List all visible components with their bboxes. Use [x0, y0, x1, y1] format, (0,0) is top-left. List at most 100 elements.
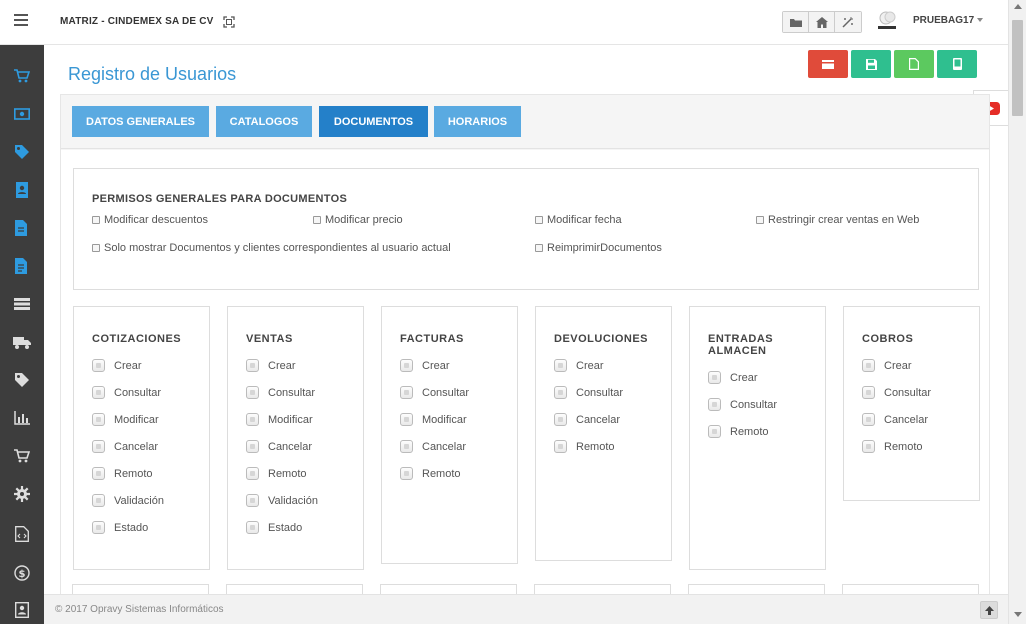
- money-icon[interactable]: [13, 105, 31, 123]
- option-cancelar[interactable]: Cancelar: [862, 413, 928, 426]
- option-modificar[interactable]: Modificar: [92, 413, 159, 426]
- checkbox[interactable]: [400, 467, 413, 480]
- dollar-icon[interactable]: $: [13, 564, 31, 582]
- avatar[interactable]: [874, 10, 900, 32]
- scroll-to-top-button[interactable]: [980, 601, 998, 619]
- option-remoto[interactable]: Remoto: [862, 440, 923, 453]
- checkbox[interactable]: [862, 413, 875, 426]
- option-consultar[interactable]: Consultar: [400, 386, 469, 399]
- truck-icon[interactable]: [13, 333, 31, 351]
- tag-icon[interactable]: [13, 143, 31, 161]
- gear-icon[interactable]: [13, 485, 31, 503]
- folder-button[interactable]: [783, 12, 809, 32]
- checkbox[interactable]: [554, 440, 567, 453]
- magic-button[interactable]: [835, 12, 861, 32]
- option-validacion[interactable]: Validación: [246, 494, 318, 507]
- checkbox[interactable]: [246, 467, 259, 480]
- option-consultar[interactable]: Consultar: [92, 386, 161, 399]
- list-icon[interactable]: [13, 295, 31, 313]
- shopping-cart-icon[interactable]: [13, 447, 31, 465]
- option-remoto[interactable]: Remoto: [92, 467, 153, 480]
- save-button[interactable]: [851, 50, 891, 78]
- new-document-button[interactable]: [894, 50, 934, 78]
- checkbox[interactable]: [92, 467, 105, 480]
- cancel-button[interactable]: [808, 50, 848, 78]
- checkbox[interactable]: [92, 216, 100, 224]
- checkbox[interactable]: [535, 244, 543, 252]
- option-crear[interactable]: Crear: [708, 371, 758, 384]
- option-cancelar[interactable]: Cancelar: [400, 440, 466, 453]
- option-validacion[interactable]: Validación: [92, 494, 164, 507]
- hamburger-menu-icon[interactable]: [14, 14, 28, 28]
- checkbox[interactable]: [246, 359, 259, 372]
- scroll-up-arrow-icon[interactable]: [1014, 4, 1022, 9]
- checkbox[interactable]: [400, 386, 413, 399]
- code-file-icon[interactable]: [13, 525, 31, 543]
- username[interactable]: PRUEBAG17: [913, 15, 974, 26]
- checkbox[interactable]: [313, 216, 321, 224]
- tab-catalogos[interactable]: CATALOGOS: [216, 106, 312, 137]
- print-button[interactable]: [937, 50, 977, 78]
- checkbox[interactable]: [246, 440, 259, 453]
- option-crear[interactable]: Crear: [400, 359, 450, 372]
- checkbox[interactable]: [400, 413, 413, 426]
- page-scrollbar[interactable]: [1008, 0, 1026, 624]
- option-modificar[interactable]: Modificar: [246, 413, 313, 426]
- checkbox[interactable]: [708, 371, 721, 384]
- option-crear[interactable]: Crear: [92, 359, 142, 372]
- checkbox[interactable]: [246, 386, 259, 399]
- perm-solo-mostrar-documentos[interactable]: Solo mostrar Documentos y clientes corre…: [92, 242, 451, 254]
- option-consultar[interactable]: Consultar: [708, 398, 777, 411]
- checkbox[interactable]: [92, 413, 105, 426]
- option-consultar[interactable]: Consultar: [862, 386, 931, 399]
- perm-modificar-precio[interactable]: Modificar precio: [313, 214, 403, 226]
- perm-modificar-descuentos[interactable]: Modificar descuentos: [92, 214, 208, 226]
- option-consultar[interactable]: Consultar: [246, 386, 315, 399]
- checkbox[interactable]: [862, 440, 875, 453]
- checkbox[interactable]: [92, 386, 105, 399]
- checkbox[interactable]: [92, 521, 105, 534]
- contact-card-icon[interactable]: [13, 601, 31, 619]
- checkbox[interactable]: [246, 413, 259, 426]
- checkbox[interactable]: [92, 494, 105, 507]
- tab-horarios[interactable]: HORARIOS: [434, 106, 521, 137]
- checkbox[interactable]: [554, 359, 567, 372]
- option-modificar[interactable]: Modificar: [400, 413, 467, 426]
- scroll-thumb[interactable]: [1012, 20, 1023, 116]
- chevron-down-icon[interactable]: [977, 18, 983, 22]
- checkbox[interactable]: [400, 440, 413, 453]
- checkbox[interactable]: [92, 244, 100, 252]
- home-button[interactable]: [809, 12, 835, 32]
- option-crear[interactable]: Crear: [554, 359, 604, 372]
- file-text-icon[interactable]: [13, 257, 31, 275]
- option-crear[interactable]: Crear: [246, 359, 296, 372]
- option-cancelar[interactable]: Cancelar: [246, 440, 312, 453]
- checkbox[interactable]: [92, 440, 105, 453]
- fullscreen-icon[interactable]: [223, 15, 235, 28]
- perm-reimprimir-documentos[interactable]: ReimprimirDocumentos: [535, 242, 662, 254]
- tab-documentos[interactable]: DOCUMENTOS: [319, 106, 428, 137]
- address-book-icon[interactable]: [13, 181, 31, 199]
- checkbox[interactable]: [756, 216, 764, 224]
- option-remoto[interactable]: Remoto: [400, 467, 461, 480]
- option-cancelar[interactable]: Cancelar: [554, 413, 620, 426]
- option-estado[interactable]: Estado: [246, 521, 302, 534]
- checkbox[interactable]: [862, 359, 875, 372]
- tags-icon[interactable]: [13, 371, 31, 389]
- perm-modificar-fecha[interactable]: Modificar fecha: [535, 214, 622, 226]
- checkbox[interactable]: [554, 386, 567, 399]
- checkbox[interactable]: [535, 216, 543, 224]
- checkbox[interactable]: [246, 494, 259, 507]
- tab-datos-generales[interactable]: DATOS GENERALES: [72, 106, 209, 137]
- option-remoto[interactable]: Remoto: [708, 425, 769, 438]
- option-consultar[interactable]: Consultar: [554, 386, 623, 399]
- checkbox[interactable]: [708, 425, 721, 438]
- option-cancelar[interactable]: Cancelar: [92, 440, 158, 453]
- option-remoto[interactable]: Remoto: [554, 440, 615, 453]
- option-remoto[interactable]: Remoto: [246, 467, 307, 480]
- checkbox[interactable]: [554, 413, 567, 426]
- checkbox[interactable]: [92, 359, 105, 372]
- file-edit-icon[interactable]: [13, 219, 31, 237]
- checkbox[interactable]: [246, 521, 259, 534]
- bar-chart-icon[interactable]: [13, 409, 31, 427]
